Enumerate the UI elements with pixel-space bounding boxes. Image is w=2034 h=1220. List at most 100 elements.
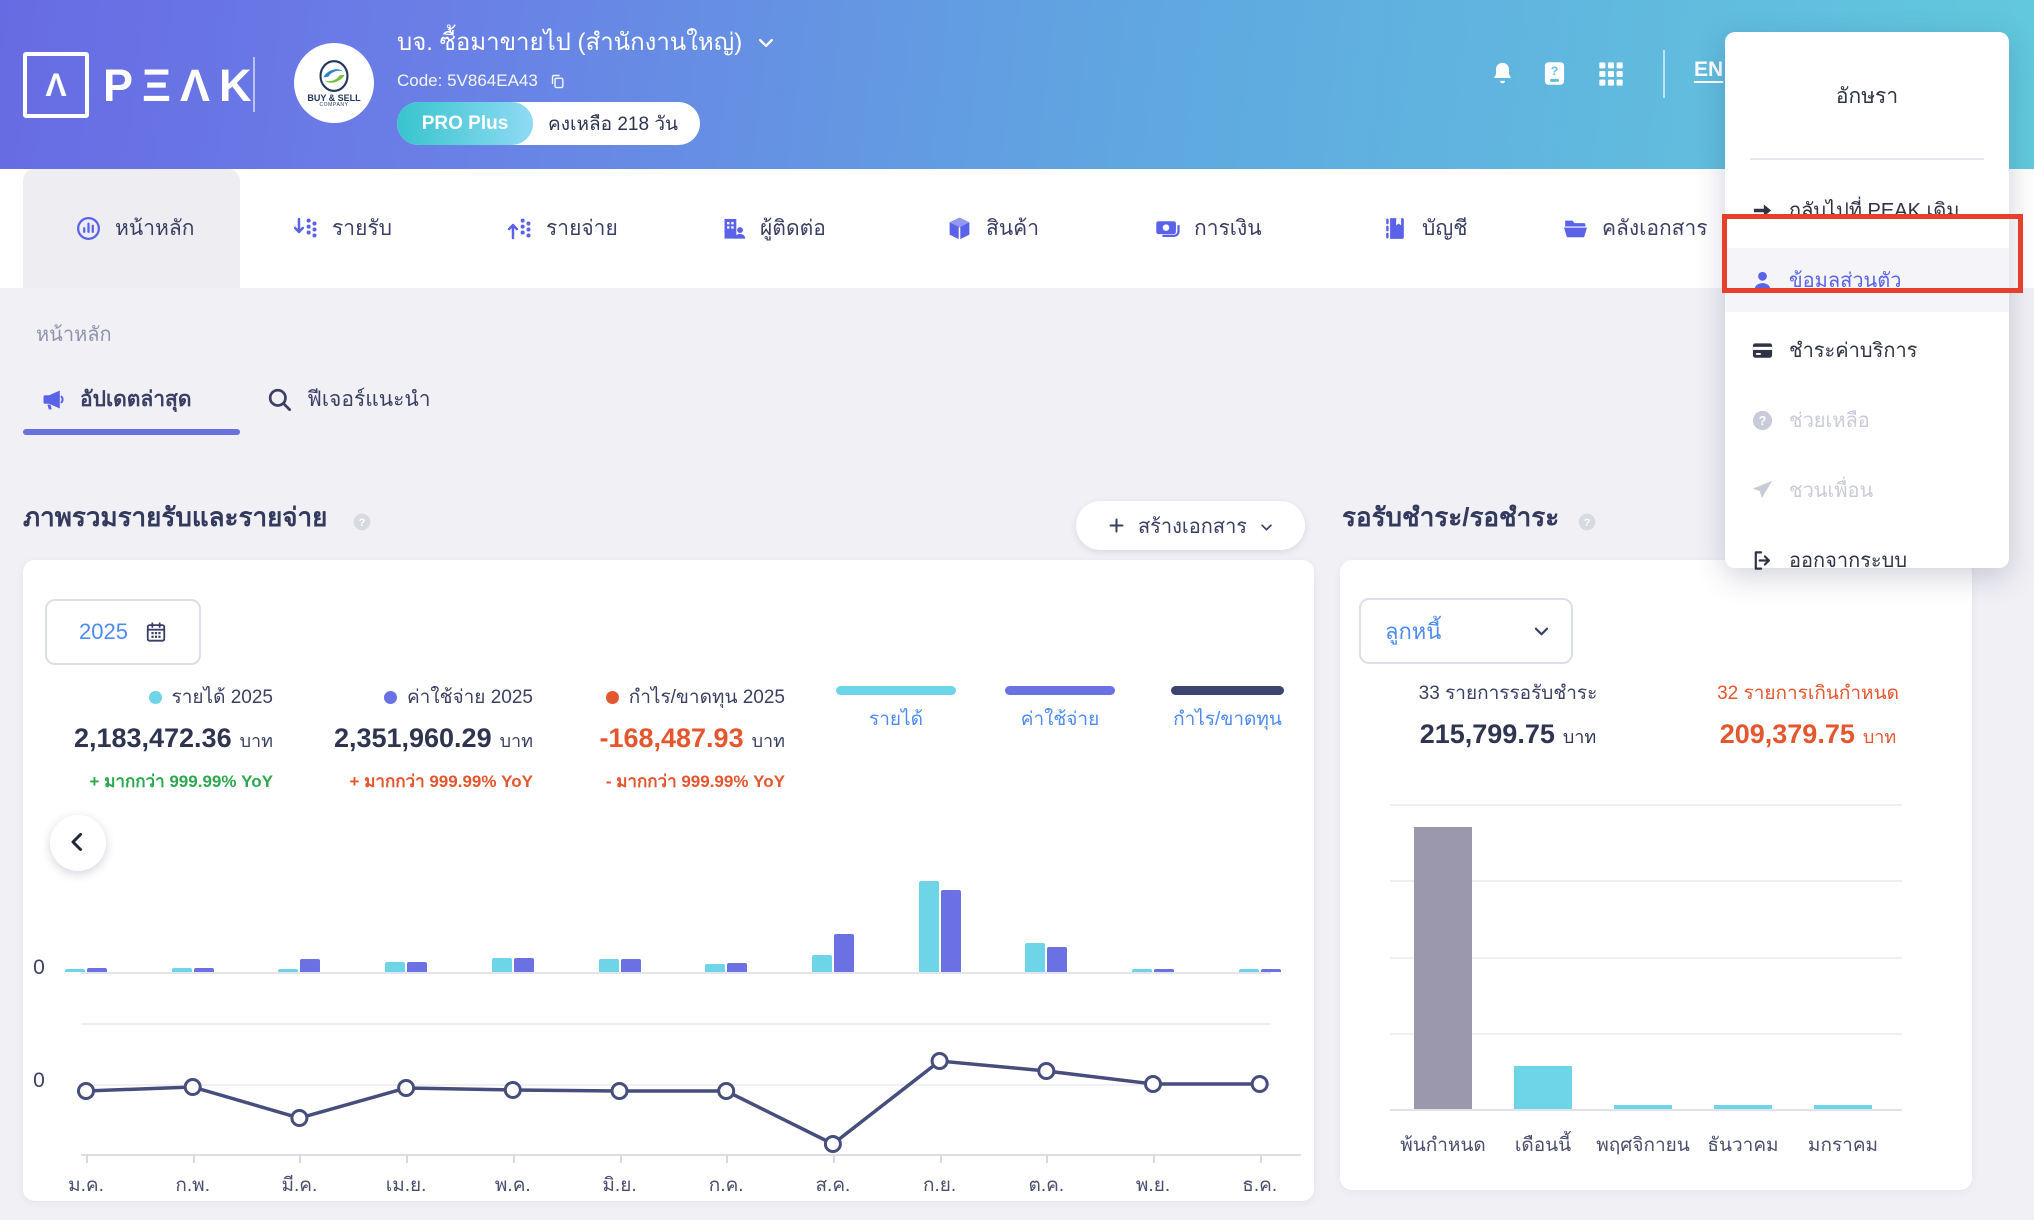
- month-label: พ.ค.: [495, 1170, 531, 1200]
- income-bar: [919, 881, 939, 972]
- line-zeroline: [81, 1084, 1271, 1086]
- company-logo-subtext: COMPANY: [319, 103, 348, 108]
- x-tick: [299, 1154, 301, 1163]
- expense-yoy: + มากกว่า 999.99% YoY: [293, 768, 533, 795]
- income-icon: [292, 215, 319, 242]
- peak-logo[interactable]: Λ PΞΛK: [23, 52, 261, 118]
- breadcrumb: หน้าหลัก: [36, 318, 112, 350]
- overview-title: ภาพรวมรายรับและรายจ่าย: [23, 497, 327, 538]
- chevron-down-icon: [756, 32, 776, 52]
- nav-tab-3[interactable]: รายจ่าย: [506, 169, 618, 288]
- aging-label: เดือนนี้: [1515, 1130, 1571, 1160]
- notifications-bell-icon[interactable]: [1489, 60, 1516, 87]
- plan-badge: PRO Plus: [397, 102, 533, 145]
- menu-item-2[interactable]: ข้อมูลส่วนตัว: [1725, 248, 2009, 312]
- income-stat: รายได้ 2025 2,183,472.36บาท + มากกว่า 99…: [33, 682, 273, 795]
- svg-text:?: ?: [1584, 517, 1591, 529]
- income-bar: [385, 962, 405, 972]
- month-label: มี.ค.: [281, 1170, 317, 1200]
- aging-label: พฤศจิกายน: [1596, 1130, 1690, 1160]
- peak-logo-mark: Λ: [23, 52, 89, 118]
- arrow-right-icon: [1751, 199, 1774, 222]
- aging-baseline: [1390, 1109, 1902, 1111]
- nav-tab-1[interactable]: หน้าหลัก: [75, 169, 194, 288]
- gauge-icon: [75, 215, 102, 242]
- x-tick: [86, 1154, 88, 1163]
- legend-toggle-3[interactable]: กำไร/ขาดทุน: [1171, 686, 1284, 734]
- menu-item-4: ?ช่วยเหลือ: [1725, 388, 2009, 452]
- nav-tab-7[interactable]: บัญชี: [1382, 169, 1467, 288]
- create-document-button[interactable]: สร้างเอกสาร: [1076, 501, 1305, 550]
- person-icon: [1751, 269, 1774, 292]
- bar-baseline: [81, 972, 1271, 974]
- month-label: ม.ค.: [68, 1170, 104, 1200]
- income-bar: [1239, 969, 1259, 972]
- overview-card: 2025 รายได้ 2025 2,183,472.36บาท + มากกว…: [23, 560, 1314, 1201]
- x-tick: [406, 1154, 408, 1163]
- expense-stat: ค่าใช้จ่าย 2025 2,351,960.29บาท + มากกว่…: [293, 682, 533, 795]
- year-value: 2025: [79, 619, 128, 645]
- aging-bar-5: [1814, 1105, 1872, 1109]
- apps-grid-icon[interactable]: [1597, 60, 1625, 88]
- income-bar: [65, 969, 85, 972]
- nav-tab-6[interactable]: การเงิน: [1154, 169, 1262, 288]
- profit-dot: [606, 691, 619, 704]
- company-switcher[interactable]: บจ. ซื้อมาขายไป (สำนักงานใหญ่): [397, 22, 776, 61]
- chart-prev-button[interactable]: [50, 815, 106, 871]
- company-name: บจ. ซื้อมาขายไป (สำนักงานใหญ่): [397, 22, 742, 61]
- income-bar: [599, 959, 619, 972]
- tab-recommended-features[interactable]: ฟีเจอร์แนะนำ: [266, 383, 431, 416]
- income-bar: [705, 964, 725, 972]
- expense-bar: [1154, 969, 1174, 972]
- debtor-selector[interactable]: ลูกหนี้: [1359, 598, 1573, 664]
- legend-toggle-1[interactable]: รายได้: [836, 686, 956, 734]
- expense-bar: [300, 959, 320, 972]
- menu-item-3[interactable]: ชำระค่าบริการ: [1725, 318, 2009, 382]
- svg-text:?: ?: [1759, 413, 1767, 427]
- nav-tab-4[interactable]: ผู้ติดต่อ: [720, 169, 826, 288]
- income-bar: [492, 958, 512, 972]
- income-bar: [812, 955, 832, 972]
- receivable-card: ลูกหนี้ 33 รายการรอรับชำระ 215,799.75บาท…: [1340, 560, 1972, 1190]
- chevron-down-icon: [1532, 622, 1551, 641]
- expense-bar: [407, 962, 427, 972]
- nav-tab-8[interactable]: คลังเอกสาร: [1562, 169, 1708, 288]
- aging-bar-2: [1514, 1066, 1572, 1109]
- x-tick: [726, 1154, 728, 1163]
- menu-item-1[interactable]: กลับไปที่ PEAK เดิม: [1725, 178, 2009, 242]
- tab-latest-updates[interactable]: อัปเดตล่าสุด: [39, 383, 192, 416]
- nav-tab-5[interactable]: สินค้า: [946, 169, 1039, 288]
- menu-item-6[interactable]: ออกจากระบบ: [1725, 528, 2009, 592]
- year-selector[interactable]: 2025: [45, 599, 201, 665]
- expense-bar: [514, 958, 534, 972]
- aging-label: ธันวาคม: [1707, 1130, 1778, 1160]
- expense-bar: [621, 959, 641, 972]
- company-avatar[interactable]: BUY & SELL COMPANY: [294, 43, 374, 123]
- contacts-icon: [720, 215, 747, 242]
- income-dot: [149, 691, 162, 704]
- legend-toggle-2[interactable]: ค่าใช้จ่าย: [1005, 686, 1115, 734]
- language-toggle[interactable]: EN: [1694, 58, 1723, 82]
- aging-bar-4: [1714, 1105, 1772, 1109]
- svg-text:?: ?: [359, 517, 366, 529]
- month-label: ก.ย.: [923, 1170, 956, 1200]
- plan-remaining-days: คงเหลือ 218 วัน: [533, 109, 700, 139]
- aging-label: มกราคม: [1808, 1130, 1878, 1160]
- line-gridline: [81, 1023, 1271, 1025]
- company-code: Code: 5V864EA43: [397, 71, 538, 91]
- chevron-down-icon: [1259, 518, 1274, 533]
- credit-card-icon: [1751, 339, 1774, 362]
- receivable-help-icon[interactable]: ?: [1577, 512, 1597, 532]
- expense-bar: [727, 963, 747, 972]
- overview-help-icon[interactable]: ?: [352, 512, 372, 532]
- plan-pill[interactable]: PRO Plus คงเหลือ 218 วัน: [397, 102, 700, 145]
- nav-tab-2[interactable]: รายรับ: [292, 169, 392, 288]
- overdue-stat: 32 รายการเกินกำหนด 209,379.75บาท: [1658, 678, 1958, 751]
- chevron-left-icon: [66, 830, 90, 857]
- x-tick: [1260, 1154, 1262, 1163]
- expense-bar: [1261, 969, 1281, 972]
- income-bar: [1132, 969, 1152, 972]
- copy-icon[interactable]: [549, 73, 566, 90]
- help-icon[interactable]: ?: [1541, 60, 1568, 87]
- income-bar: [172, 968, 192, 972]
